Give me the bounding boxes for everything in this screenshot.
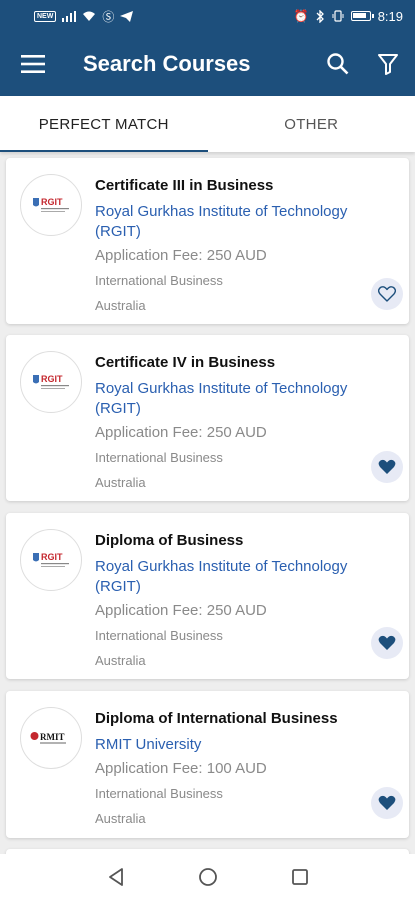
course-country: Australia bbox=[95, 653, 146, 668]
application-fee: Application Fee: 250 AUD bbox=[95, 602, 267, 619]
favorite-button[interactable] bbox=[371, 451, 403, 483]
favorite-button[interactable] bbox=[371, 787, 403, 819]
back-icon bbox=[108, 868, 123, 886]
menu-button[interactable] bbox=[0, 32, 66, 96]
menu-icon bbox=[21, 55, 45, 73]
institution-logo: RGIT bbox=[20, 529, 82, 591]
recents-button[interactable] bbox=[285, 862, 315, 892]
back-button[interactable] bbox=[101, 862, 131, 892]
telegram-icon bbox=[120, 10, 134, 22]
course-category: International Business bbox=[95, 273, 223, 288]
course-country: Australia bbox=[95, 298, 146, 313]
tab-other[interactable]: OTHER bbox=[208, 96, 415, 152]
course-country: Australia bbox=[95, 475, 146, 490]
heart-filled-icon bbox=[378, 459, 396, 474]
rmit-logo-icon: RMIT bbox=[30, 732, 66, 744]
status-right-icons: ⏰ 8:19 bbox=[294, 9, 403, 24]
institution-link[interactable]: RMIT University bbox=[95, 735, 369, 755]
favorite-button[interactable] bbox=[371, 627, 403, 659]
battery-icon bbox=[350, 11, 374, 21]
course-list[interactable]: RGIT Certificate III in Business Royal G… bbox=[0, 152, 415, 854]
tab-perfect-match[interactable]: PERFECT MATCH bbox=[0, 96, 208, 152]
course-details: Certificate IV in Business Royal Gurkhas… bbox=[95, 353, 369, 492]
tab-other-label: OTHER bbox=[284, 115, 339, 133]
rgit-logo-icon: RGIT bbox=[33, 552, 69, 567]
course-title: Certificate IV in Business bbox=[95, 354, 276, 371]
bluetooth-icon bbox=[316, 9, 324, 23]
carrier-badge-icon: NEW bbox=[34, 10, 57, 22]
home-icon bbox=[198, 868, 217, 886]
institution-logo: RGIT bbox=[20, 351, 82, 413]
status-time: 8:19 bbox=[377, 8, 403, 24]
course-category: International Business bbox=[95, 786, 223, 801]
favorite-button[interactable] bbox=[371, 278, 403, 310]
course-title: Certificate III in Business bbox=[95, 177, 274, 194]
course-details: Diploma of Business Royal Gurkhas Instit… bbox=[95, 531, 369, 670]
svg-text:RGIT: RGIT bbox=[41, 552, 63, 562]
alarm-icon: ⏰ bbox=[293, 9, 309, 23]
institution-logo: RGIT bbox=[20, 174, 82, 236]
course-category: International Business bbox=[95, 628, 223, 643]
course-card[interactable]: RGIT Certificate III in Business Royal G… bbox=[6, 158, 409, 324]
filter-button[interactable] bbox=[363, 32, 413, 96]
search-button[interactable] bbox=[313, 32, 363, 96]
filter-icon bbox=[378, 54, 398, 75]
vibrate-icon bbox=[332, 10, 344, 22]
institution-link[interactable]: Royal Gurkhas Institute of Technology (R… bbox=[95, 379, 369, 419]
course-details: Certificate III in Business Royal Gurkha… bbox=[95, 176, 369, 315]
wifi-icon bbox=[83, 11, 96, 21]
svg-text:RGIT: RGIT bbox=[41, 197, 63, 207]
course-card[interactable]: RGIT Certificate IV in Business Royal Gu… bbox=[6, 335, 409, 501]
heart-filled-icon bbox=[378, 795, 396, 810]
status-left-icons: NEW Ⓢ bbox=[34, 8, 294, 25]
signal-icon bbox=[62, 10, 77, 22]
heart-filled-icon bbox=[378, 635, 396, 650]
application-fee: Application Fee: 100 AUD bbox=[95, 760, 267, 777]
course-title: Diploma of Business bbox=[95, 532, 244, 549]
recents-icon bbox=[291, 869, 308, 885]
tab-bar: PERFECT MATCH OTHER bbox=[0, 96, 415, 152]
status-bar: NEW Ⓢ ⏰ 8:19 bbox=[0, 0, 415, 32]
heart-outline-icon bbox=[378, 286, 396, 302]
system-nav-bar bbox=[0, 854, 415, 900]
course-title: Diploma of International Business bbox=[95, 710, 338, 727]
course-category: International Business bbox=[95, 450, 223, 465]
skype-icon: Ⓢ bbox=[102, 9, 115, 24]
search-icon bbox=[327, 53, 349, 75]
course-card[interactable]: RGIT Diploma of Business Royal Gurkhas I… bbox=[6, 513, 409, 679]
institution-link[interactable]: Royal Gurkhas Institute of Technology (R… bbox=[95, 202, 369, 242]
course-country: Australia bbox=[95, 811, 146, 826]
home-button[interactable] bbox=[193, 862, 223, 892]
institution-link[interactable]: Royal Gurkhas Institute of Technology (R… bbox=[95, 557, 369, 597]
tab-perfect-match-label: PERFECT MATCH bbox=[38, 115, 169, 133]
application-fee: Application Fee: 250 AUD bbox=[95, 247, 267, 264]
rgit-logo-icon: RGIT bbox=[33, 374, 69, 389]
page-title: Search Courses bbox=[83, 51, 251, 76]
svg-text:RGIT: RGIT bbox=[41, 374, 63, 384]
institution-logo: RMIT bbox=[20, 707, 82, 769]
course-card[interactable]: RMIT Diploma of International Business R… bbox=[6, 691, 409, 838]
app-bar: Search Courses bbox=[0, 32, 415, 96]
svg-text:RMIT: RMIT bbox=[40, 732, 65, 742]
application-fee: Application Fee: 250 AUD bbox=[95, 424, 267, 441]
rgit-logo-icon: RGIT bbox=[33, 197, 69, 212]
course-details: Diploma of International Business RMIT U… bbox=[95, 709, 369, 828]
